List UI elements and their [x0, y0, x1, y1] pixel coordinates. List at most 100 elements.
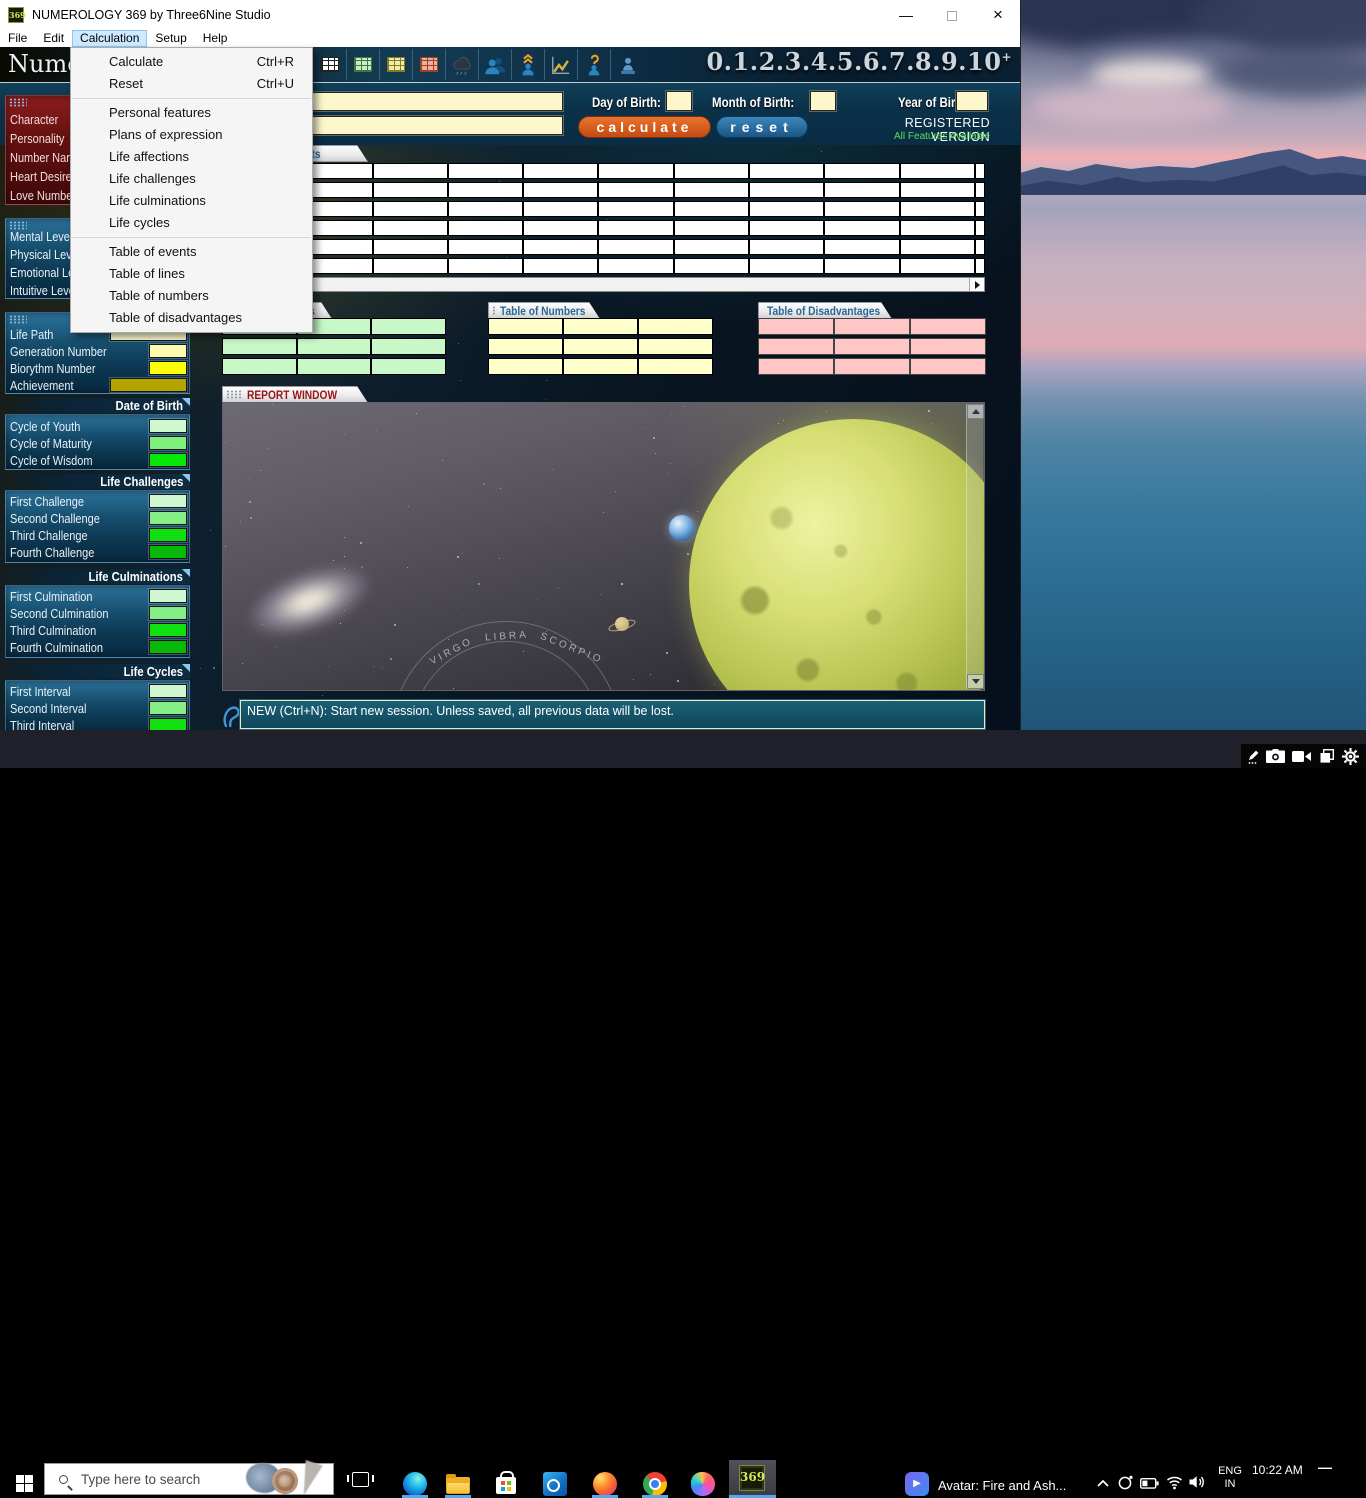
sidebar-item-third-challenge[interactable]: Third Challenge — [6, 527, 189, 544]
table-cell[interactable] — [975, 239, 985, 255]
tab-report-window[interactable]: REPORT WINDOW — [222, 386, 368, 403]
maximize-button[interactable] — [930, 0, 974, 30]
table-cell[interactable] — [373, 201, 448, 217]
menu-item-personal-features[interactable]: Personal features — [71, 102, 312, 124]
table-white-icon[interactable] — [314, 49, 347, 80]
sidebar-item-first-interval[interactable]: First Interval — [6, 683, 189, 700]
menu-item-table-of-disadvantages[interactable]: Table of disadvantages — [71, 307, 312, 329]
table-cell[interactable] — [222, 338, 297, 355]
person-growth-icon[interactable] — [512, 49, 545, 80]
table-cell[interactable] — [834, 318, 910, 335]
table-cell[interactable] — [749, 220, 824, 236]
table-cell[interactable] — [371, 358, 446, 375]
table-cell[interactable] — [523, 201, 598, 217]
gear-icon[interactable] — [1342, 748, 1359, 765]
sidebar-item-second-interval[interactable]: Second Interval — [6, 700, 189, 717]
table-cell[interactable] — [598, 258, 673, 274]
sidebar-item-biorythm-number[interactable]: Biorythm Number — [6, 360, 189, 377]
table-cell[interactable] — [563, 318, 638, 335]
table-cell[interactable] — [448, 258, 523, 274]
pen-icon[interactable] — [1248, 748, 1259, 764]
table-cell[interactable] — [598, 239, 673, 255]
table-cell[interactable] — [749, 163, 824, 179]
table-cell[interactable] — [824, 201, 899, 217]
table-cell[interactable] — [222, 358, 297, 375]
table-cell[interactable] — [373, 182, 448, 198]
table-cell[interactable] — [488, 318, 563, 335]
sidebar-item-first-challenge[interactable]: First Challenge — [6, 493, 189, 510]
table-cell[interactable] — [488, 358, 563, 375]
windows-stack-icon[interactable] — [1319, 748, 1335, 764]
menu-item-calculate[interactable]: CalculateCtrl+R — [71, 51, 312, 73]
sidebar-item-fourth-challenge[interactable]: Fourth Challenge — [6, 544, 189, 561]
table-cell[interactable] — [448, 182, 523, 198]
table-cell[interactable] — [900, 258, 975, 274]
table-cell[interactable] — [975, 220, 985, 236]
sidebar-item-second-challenge[interactable]: Second Challenge — [6, 510, 189, 527]
table-cell[interactable] — [749, 258, 824, 274]
table-cell[interactable] — [824, 258, 899, 274]
year-of-birth-input[interactable] — [956, 91, 988, 111]
table-cell[interactable] — [910, 318, 986, 335]
day-of-birth-input[interactable] — [666, 91, 692, 111]
table-cell[interactable] — [523, 182, 598, 198]
table-green-icon[interactable] — [347, 49, 380, 80]
table-cell[interactable] — [638, 338, 713, 355]
sidebar-item-fourth-culmination[interactable]: Fourth Culmination — [6, 639, 189, 656]
scroll-right-arrow-icon[interactable] — [969, 278, 984, 291]
language-indicator[interactable]: ENGIN — [1214, 1465, 1246, 1491]
table-cell[interactable] — [975, 163, 985, 179]
table-cell[interactable] — [448, 220, 523, 236]
menu-item-table-of-numbers[interactable]: Table of numbers — [71, 285, 312, 307]
volume-icon[interactable] — [1188, 1474, 1206, 1490]
table-cell[interactable] — [674, 258, 749, 274]
person-question-icon[interactable] — [578, 49, 611, 80]
tab-table-of-numbers[interactable]: Table of Numbers — [488, 302, 600, 319]
menu-item-life-culminations[interactable]: Life culminations — [71, 190, 312, 212]
table-cell[interactable] — [638, 318, 713, 335]
table-cell[interactable] — [598, 220, 673, 236]
menu-edit[interactable]: Edit — [35, 30, 72, 47]
sidebar-item-first-culmination[interactable]: First Culmination — [6, 588, 189, 605]
table-cell[interactable] — [563, 358, 638, 375]
calculate-button[interactable]: calculate — [578, 116, 711, 138]
table-cell[interactable] — [523, 220, 598, 236]
table-cell[interactable] — [674, 220, 749, 236]
table-cell[interactable] — [975, 201, 985, 217]
month-of-birth-input[interactable] — [810, 91, 836, 111]
people-icon[interactable] — [479, 49, 512, 80]
sidebar-item-cycle-of-maturity[interactable]: Cycle of Maturity — [6, 435, 189, 452]
table-cell[interactable] — [523, 258, 598, 274]
table-cell[interactable] — [598, 163, 673, 179]
table-cell[interactable] — [297, 358, 372, 375]
menu-item-plans-of-expression[interactable]: Plans of expression — [71, 124, 312, 146]
table-cell[interactable] — [900, 220, 975, 236]
report-window[interactable]: VIRGO LIBRA SCORPIO — [222, 402, 985, 691]
table-cell[interactable] — [373, 258, 448, 274]
video-camera-icon[interactable] — [1292, 750, 1311, 763]
table-cell[interactable] — [900, 201, 975, 217]
menu-item-life-challenges[interactable]: Life challenges — [71, 168, 312, 190]
now-playing-title[interactable]: Avatar: Fire and Ash... — [938, 1478, 1066, 1493]
table-cell[interactable] — [900, 182, 975, 198]
table-cell[interactable] — [638, 358, 713, 375]
sidebar-item-cycle-of-youth[interactable]: Cycle of Youth — [6, 418, 189, 435]
tab-table-of-disadvantages[interactable]: Table of Disadvantages — [758, 302, 892, 319]
table-cell[interactable] — [900, 239, 975, 255]
table-yellow-icon[interactable] — [380, 49, 413, 80]
scroll-up-arrow-icon[interactable] — [967, 404, 984, 419]
clock[interactable]: 10:22 AM — [1252, 1463, 1303, 1477]
task-view-icon[interactable] — [352, 1472, 369, 1487]
taskbar-app-369-active[interactable]: 369 — [729, 1460, 776, 1498]
menu-item-table-of-events[interactable]: Table of events — [71, 241, 312, 263]
edge-icon[interactable] — [403, 1472, 427, 1496]
menu-item-life-affections[interactable]: Life affections — [71, 146, 312, 168]
menu-setup[interactable]: Setup — [147, 30, 194, 47]
menu-file[interactable]: File — [0, 30, 35, 47]
table-red-icon[interactable] — [413, 49, 446, 80]
table-cell[interactable] — [824, 163, 899, 179]
table-cell[interactable] — [824, 220, 899, 236]
table-cell[interactable] — [563, 338, 638, 355]
table-cell[interactable] — [598, 201, 673, 217]
table-cell[interactable] — [373, 239, 448, 255]
